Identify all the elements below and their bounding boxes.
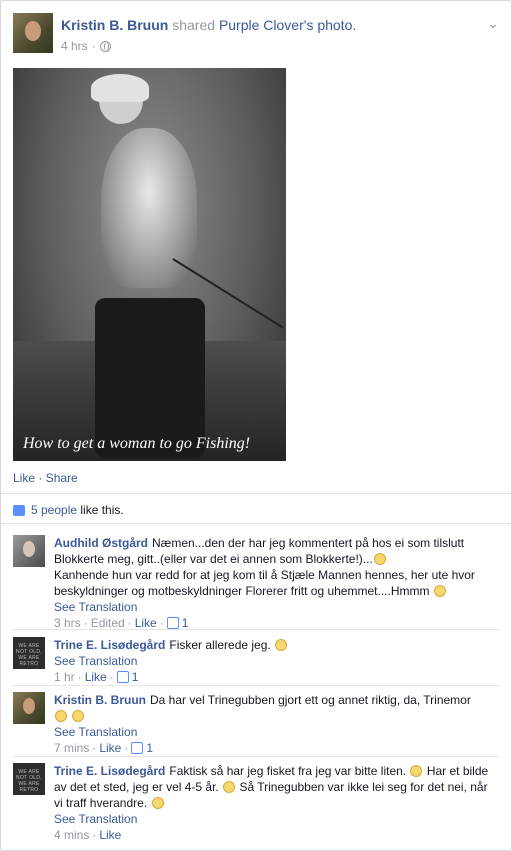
- comment-like-link[interactable]: Like: [85, 669, 107, 685]
- post-timestamp[interactable]: 4 hrs: [61, 39, 88, 53]
- likes-suffix: like this.: [77, 503, 124, 517]
- comment-body: Audhild Østgård Næmen...den der har jeg k…: [54, 535, 499, 631]
- comment-item: Audhild Østgård Næmen...den der har jeg k…: [13, 535, 499, 631]
- comment-item: Kristin B. Bruun Da har vel Trinegubben g…: [13, 692, 499, 756]
- action-separator: ·: [35, 471, 46, 485]
- author-link[interactable]: Kristin B. Bruun: [61, 17, 168, 33]
- meta-separator: ·: [91, 39, 96, 53]
- comment-text: Fisker allerede jeg.: [169, 638, 271, 652]
- comment-body: Trine E. Lisødegård Faktisk så har jeg fi…: [54, 763, 499, 843]
- comment-text: Faktisk så har jeg fisket fra jeg var bi…: [169, 764, 407, 778]
- comment-meta: 7 mins · Like · 1: [54, 740, 154, 756]
- comment-text: Da har vel Trinegubben gjort ett og anne…: [150, 693, 471, 707]
- photo-waders: [95, 298, 205, 458]
- comment-item: WE ARE NOT OLD, WE ARE RETRO Trine E. Li…: [13, 637, 499, 687]
- likes-summary: 5 people like this.: [13, 503, 124, 517]
- divider: [1, 523, 511, 524]
- like-thumb-icon: [131, 742, 144, 754]
- smiley-icon: [72, 710, 85, 722]
- smiley-icon: [410, 765, 423, 777]
- commenter-avatar[interactable]: [13, 535, 45, 567]
- see-translation-link[interactable]: See Translation: [54, 599, 499, 615]
- like-link[interactable]: Like: [13, 471, 35, 485]
- commenter-name[interactable]: Trine E. Lisødegård: [54, 638, 165, 652]
- smiley-icon: [223, 781, 236, 793]
- chevron-down-icon[interactable]: ⌄: [487, 15, 499, 32]
- comment-text: Kanhende hun var redd for at jeg kom til…: [54, 568, 475, 598]
- smiley-icon: [433, 585, 446, 597]
- post-meta: 4 hrs ·: [61, 39, 111, 53]
- see-translation-link[interactable]: See Translation: [54, 724, 499, 740]
- smiley-icon: [373, 553, 386, 565]
- divider: [13, 629, 499, 630]
- comment-like-count[interactable]: 1: [146, 740, 153, 756]
- source-page-link[interactable]: Purple Clover: [219, 17, 304, 33]
- commenter-name[interactable]: Audhild Østgård: [54, 536, 148, 550]
- share-link[interactable]: Share: [46, 471, 78, 485]
- photo-link[interactable]: 's photo.: [304, 17, 357, 33]
- see-translation-link[interactable]: See Translation: [54, 653, 499, 669]
- commenter-avatar[interactable]: [13, 692, 45, 724]
- photo-caption: How to get a woman to go Fishing!: [23, 435, 251, 452]
- post-header: Kristin B. Bruun shared Purple Clover's …: [13, 13, 499, 57]
- comment-item: WE ARE NOT OLD, WE ARE RETRO Trine E. Li…: [13, 763, 499, 843]
- comment-timestamp[interactable]: 4 mins: [54, 827, 89, 843]
- comment-timestamp[interactable]: 1 hr: [54, 669, 75, 685]
- see-translation-link[interactable]: See Translation: [54, 811, 499, 827]
- commenter-name[interactable]: Kristin B. Bruun: [54, 693, 146, 707]
- smiley-icon: [275, 639, 288, 651]
- post-headline: Kristin B. Bruun shared Purple Clover's …: [61, 17, 356, 33]
- commenter-name[interactable]: Trine E. Lisødegård: [54, 764, 165, 778]
- commenter-avatar[interactable]: WE ARE NOT OLD, WE ARE RETRO: [13, 637, 45, 669]
- comment-timestamp[interactable]: 7 mins: [54, 740, 89, 756]
- comment-like-link[interactable]: Like: [99, 740, 121, 756]
- shared-verb: shared: [172, 17, 216, 33]
- smiley-icon: [151, 797, 164, 809]
- likers-link[interactable]: 5 people: [31, 503, 77, 517]
- comment-meta: 1 hr · Like · 1: [54, 669, 139, 685]
- smiley-icon: [55, 710, 67, 722]
- post-card: Kristin B. Bruun shared Purple Clover's …: [0, 0, 512, 851]
- comment-body: Trine E. Lisødegård Fisker allerede jeg. …: [54, 637, 499, 685]
- post-photo[interactable]: How to get a woman to go Fishing!: [13, 68, 286, 461]
- comment-like-link[interactable]: Like: [99, 827, 121, 843]
- like-thumb-icon: [13, 504, 25, 516]
- comment-like-count[interactable]: 1: [132, 669, 139, 685]
- globe-icon[interactable]: [99, 40, 111, 52]
- commenter-avatar[interactable]: WE ARE NOT OLD, WE ARE RETRO: [13, 763, 45, 795]
- divider: [1, 493, 511, 494]
- like-thumb-icon: [166, 617, 179, 629]
- author-avatar[interactable]: [13, 13, 53, 53]
- divider: [13, 685, 499, 686]
- like-thumb-icon: [116, 671, 129, 683]
- divider: [13, 756, 499, 757]
- comment-meta: 4 mins · Like: [54, 827, 122, 843]
- comment-body: Kristin B. Bruun Da har vel Trinegubben g…: [54, 692, 499, 756]
- photo-cap: [91, 74, 149, 102]
- post-actions: Like · Share: [13, 471, 78, 485]
